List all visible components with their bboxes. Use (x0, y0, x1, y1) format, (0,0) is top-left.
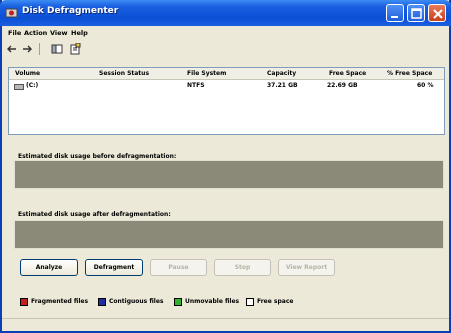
defragmenter-app-icon (5, 6, 18, 19)
stop-button[interactable]: Stop (214, 259, 271, 276)
forward-icon[interactable] (21, 43, 33, 55)
analyze-button[interactable]: Analyze (20, 259, 78, 276)
volume-list[interactable]: Volume Session Status File System Capaci… (8, 67, 445, 135)
volume-row[interactable]: (C:) NTFS 37.21 GB 22.69 GB 60 % (9, 81, 444, 92)
title-bar[interactable]: Disk Defragmenter (0, 0, 451, 26)
legend: Fragmented files Contiguous files Unmova… (20, 297, 450, 309)
back-icon[interactable] (6, 43, 18, 55)
status-bar (2, 318, 449, 331)
legend-label: Free space (257, 298, 294, 305)
after-defrag-label: Estimated disk usage after defragmentati… (18, 211, 171, 218)
column-pct-free-space[interactable]: % Free Space (387, 70, 432, 77)
free-space-swatch (246, 298, 254, 306)
menu-action[interactable]: Action (24, 29, 47, 37)
volume-name: (C:) (26, 82, 39, 89)
before-defrag-label: Estimated disk usage before defragmentat… (18, 153, 177, 160)
column-volume[interactable]: Volume (15, 70, 40, 77)
legend-label: Fragmented files (31, 298, 89, 305)
pause-button[interactable]: Pause (150, 259, 207, 276)
volume-list-header: Volume Session Status File System Capaci… (9, 68, 444, 80)
menu-file[interactable]: File (8, 29, 21, 37)
properties-icon[interactable] (69, 43, 81, 55)
volume-pct-free: 60 % (417, 82, 434, 89)
column-file-system[interactable]: File System (187, 70, 226, 77)
close-button[interactable] (428, 4, 446, 22)
before-defrag-map (14, 160, 444, 189)
legend-label: Unmovable files (185, 298, 240, 305)
disk-defragmenter-window: Disk Defragmenter File Action View Help (0, 0, 451, 333)
maximize-button[interactable] (407, 4, 425, 22)
defragment-button[interactable]: Defragment (85, 259, 143, 276)
window-title: Disk Defragmenter (22, 6, 119, 16)
menu-bar: File Action View Help (2, 26, 449, 39)
unmovable-swatch (174, 298, 182, 306)
column-free-space[interactable]: Free Space (329, 70, 366, 77)
volume-file-system: NTFS (187, 82, 205, 89)
menu-view[interactable]: View (50, 29, 68, 37)
menu-help[interactable]: Help (71, 29, 88, 37)
fragmented-swatch (20, 298, 28, 306)
toolbar (2, 41, 449, 57)
volume-capacity: 37.21 GB (267, 82, 298, 89)
view-report-button[interactable]: View Report (278, 259, 335, 276)
after-defrag-map (14, 220, 444, 249)
column-capacity[interactable]: Capacity (267, 70, 296, 77)
toolbar-separator (39, 43, 40, 55)
hard-drive-icon (14, 84, 24, 90)
volume-free-space: 22.69 GB (327, 82, 358, 89)
console-tree-icon[interactable] (51, 43, 63, 55)
contiguous-swatch (98, 298, 106, 306)
legend-label: Contiguous files (109, 298, 164, 305)
column-session-status[interactable]: Session Status (99, 70, 149, 77)
minimize-button[interactable] (386, 4, 404, 22)
